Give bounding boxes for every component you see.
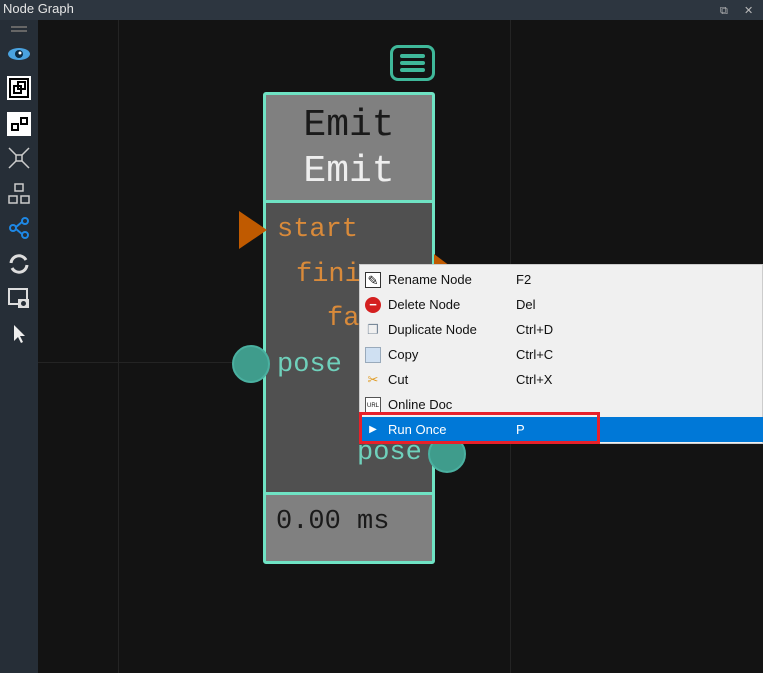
highlight-annotation-box bbox=[359, 412, 600, 444]
menu-item-cut[interactable]: ✂ Cut Ctrl+X bbox=[360, 367, 763, 392]
group-icon[interactable] bbox=[7, 76, 31, 100]
ungroup-icon[interactable] bbox=[7, 112, 31, 136]
node-subtitle: Emit bbox=[303, 150, 395, 193]
node-timing: 0.00 ms bbox=[266, 492, 432, 561]
layout-icon[interactable] bbox=[7, 182, 31, 206]
menu-item-rename-node[interactable]: ✎ Rename Node F2 bbox=[360, 267, 763, 292]
node-title: Emit bbox=[303, 104, 395, 147]
port-label-finished: fini bbox=[296, 260, 361, 290]
cut-icon: ✂ bbox=[367, 372, 379, 387]
close-icon[interactable]: ✕ bbox=[744, 2, 753, 20]
node-header: Emit Emit bbox=[266, 95, 432, 203]
pointer-icon[interactable] bbox=[7, 322, 31, 346]
url-doc-icon: URL bbox=[365, 397, 381, 413]
eye-icon[interactable] bbox=[7, 42, 31, 66]
node-menu-button[interactable] bbox=[390, 45, 435, 81]
menu-item-duplicate-node[interactable]: ❐ Duplicate Node Ctrl+D bbox=[360, 317, 763, 342]
menu-item-delete-node[interactable]: − Delete Node Del bbox=[360, 292, 763, 317]
drag-handle-icon[interactable] bbox=[7, 22, 31, 36]
menu-item-copy[interactable]: Copy Ctrl+C bbox=[360, 342, 763, 367]
restore-icon[interactable]: ⧉ bbox=[720, 2, 728, 20]
title-bar: Node Graph ⧉ ✕ bbox=[0, 0, 763, 20]
port-label-start: start bbox=[277, 215, 359, 245]
port-label-pose-in: pose bbox=[277, 350, 342, 380]
window-title: Node Graph bbox=[3, 1, 74, 16]
copy-icon bbox=[365, 347, 381, 363]
share-icon[interactable] bbox=[7, 216, 31, 240]
data-input-port[interactable] bbox=[232, 345, 270, 383]
exec-input-port[interactable] bbox=[239, 211, 267, 249]
port-label-failed: fa bbox=[327, 304, 360, 334]
screenshot-icon[interactable] bbox=[7, 286, 31, 310]
toolbar bbox=[0, 20, 38, 673]
rename-icon: ✎ bbox=[365, 272, 381, 288]
refresh-icon[interactable] bbox=[7, 252, 31, 276]
duplicate-icon: ❐ bbox=[367, 322, 379, 337]
collapse-icon[interactable] bbox=[7, 146, 31, 170]
delete-icon: − bbox=[365, 297, 381, 313]
